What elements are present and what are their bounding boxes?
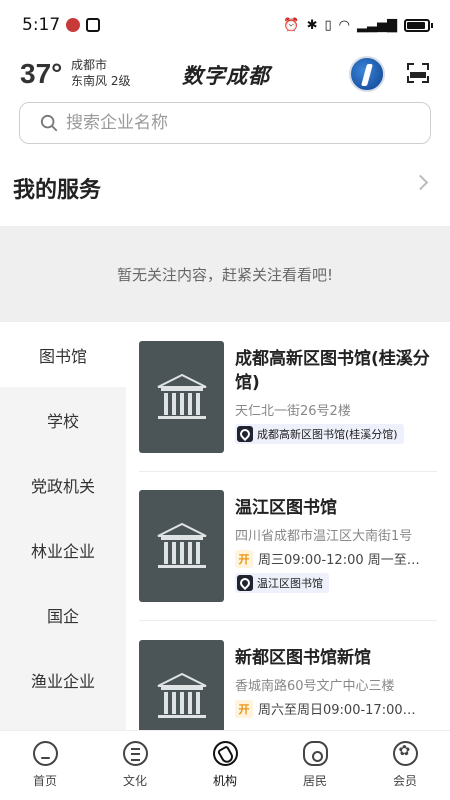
organization-icon [212, 741, 238, 766]
chevron-right-icon[interactable] [412, 174, 429, 191]
divider [139, 620, 437, 621]
tab-culture[interactable]: 文化 [90, 731, 180, 800]
vibrate-icon: ▯ [324, 17, 332, 33]
tab-label: 会员 [392, 774, 417, 788]
category-fishery[interactable]: 渔业企业 [0, 647, 126, 712]
tab-label: 居民 [302, 774, 327, 788]
open-badge: 开 [235, 549, 253, 568]
location-pin-icon [237, 575, 253, 591]
search-icon [40, 114, 58, 132]
category-label: 党政机关 [30, 476, 95, 496]
alarm-icon: ⏰ [283, 17, 300, 33]
tag-label: 温江区图书馆 [257, 577, 323, 590]
culture-icon [122, 741, 148, 766]
place-name: 新都区图书馆新馆 [235, 648, 371, 668]
library-building-icon [157, 522, 206, 568]
place-name: 成都高新区图书馆(桂溪分馆) [235, 349, 430, 393]
tab-label: 文化 [122, 774, 147, 788]
wifi-icon: ◠ [338, 17, 350, 33]
search-bar[interactable] [19, 102, 431, 144]
place-address: 天仁北一街26号2楼 [235, 404, 351, 419]
hours-text: 周六至周日09:00-17:00… [258, 703, 416, 718]
search-input[interactable] [66, 113, 386, 133]
category-label: 林业企业 [30, 541, 95, 561]
clock: 5:17 [22, 15, 61, 35]
battery-icon [404, 18, 433, 32]
tab-label: 机构 [212, 774, 237, 788]
scan-icon[interactable] [407, 63, 429, 83]
category-school[interactable]: 学校 [0, 387, 126, 452]
place-tag: 温江区图书馆 [235, 573, 329, 593]
home-icon [32, 741, 58, 766]
location-pin-icon [237, 426, 253, 442]
place-list: 成都高新区图书馆(桂溪分馆) 天仁北一街26号2楼 成都高新区图书馆(桂溪分馆)… [126, 322, 450, 730]
tag-label: 成都高新区图书馆(桂溪分馆) [257, 428, 398, 441]
empty-state: 暂无关注内容，赶紧关注看看吧! [0, 226, 450, 322]
library-thumbnail [139, 490, 224, 602]
category-label: 国企 [46, 606, 79, 626]
place-tag: 成都高新区图书馆(桂溪分馆) [235, 424, 404, 444]
app-logo-text: 数字成都 [182, 63, 270, 88]
tab-home[interactable]: 首页 [0, 731, 90, 800]
nfc-icon [86, 18, 101, 32]
open-badge: 开 [235, 699, 253, 718]
category-state-owned[interactable]: 国企 [0, 582, 126, 647]
wind-info: 东南风 2级 [71, 74, 131, 88]
library-building-icon [157, 373, 206, 419]
signal-icon: ▂▃▅▇ [357, 17, 397, 33]
library-thumbnail [139, 341, 224, 453]
library-building-icon [157, 672, 206, 718]
opening-hours: 开 周六至周日09:00-17:00… [235, 699, 440, 718]
bottom-navigation: 首页 文化 机构 居民 会员 [0, 730, 450, 800]
category-forestry[interactable]: 林业企业 [0, 517, 126, 582]
status-bar: 5:17 ⏰ ✱ ▯ ◠ ▂▃▅▇ [0, 0, 450, 50]
tab-organization[interactable]: 机构 [180, 731, 270, 800]
empty-message: 暂无关注内容，赶紧关注看看吧! [116, 265, 333, 284]
place-address: 四川省成都市温江区大南街1号 [235, 529, 413, 544]
weather-location: 成都市 东南风 2级 [71, 57, 130, 89]
resident-icon [302, 741, 328, 766]
place-name: 温江区图书馆 [235, 498, 337, 518]
status-right: ⏰ ✱ ▯ ◠ ▂▃▅▇ [283, 17, 433, 33]
category-government[interactable]: 党政机关 [0, 452, 126, 517]
library-thumbnail [139, 640, 224, 730]
avatar[interactable] [349, 56, 385, 92]
tab-label: 首页 [32, 774, 57, 788]
hours-text: 周三09:00-12:00 周一至… [258, 553, 420, 568]
tab-member[interactable]: 会员 [360, 731, 450, 800]
category-library[interactable]: 图书馆 [0, 322, 126, 387]
tab-resident[interactable]: 居民 [270, 731, 360, 800]
category-label: 学校 [46, 411, 79, 431]
place-address: 香城南路60号文广中心三楼 [235, 679, 395, 694]
divider [139, 471, 437, 472]
app-header: 37° 成都市 东南风 2级 数字成都 [0, 50, 450, 98]
app-icon [66, 18, 81, 32]
member-icon [392, 741, 418, 766]
status-left: 5:17 [22, 15, 101, 35]
bluetooth-icon: ✱ [306, 17, 318, 33]
section-title: 我的服务 [13, 178, 102, 203]
temperature: 37° [20, 58, 63, 89]
my-services-header[interactable]: 我的服务 [0, 162, 450, 212]
category-sidebar: 图书馆 学校 党政机关 林业企业 国企 渔业企业 [0, 322, 126, 730]
city-name: 成都市 [71, 58, 108, 72]
opening-hours: 开 周三09:00-12:00 周一至… [235, 549, 440, 568]
category-label: 渔业企业 [30, 671, 95, 691]
category-label: 图书馆 [38, 346, 87, 366]
